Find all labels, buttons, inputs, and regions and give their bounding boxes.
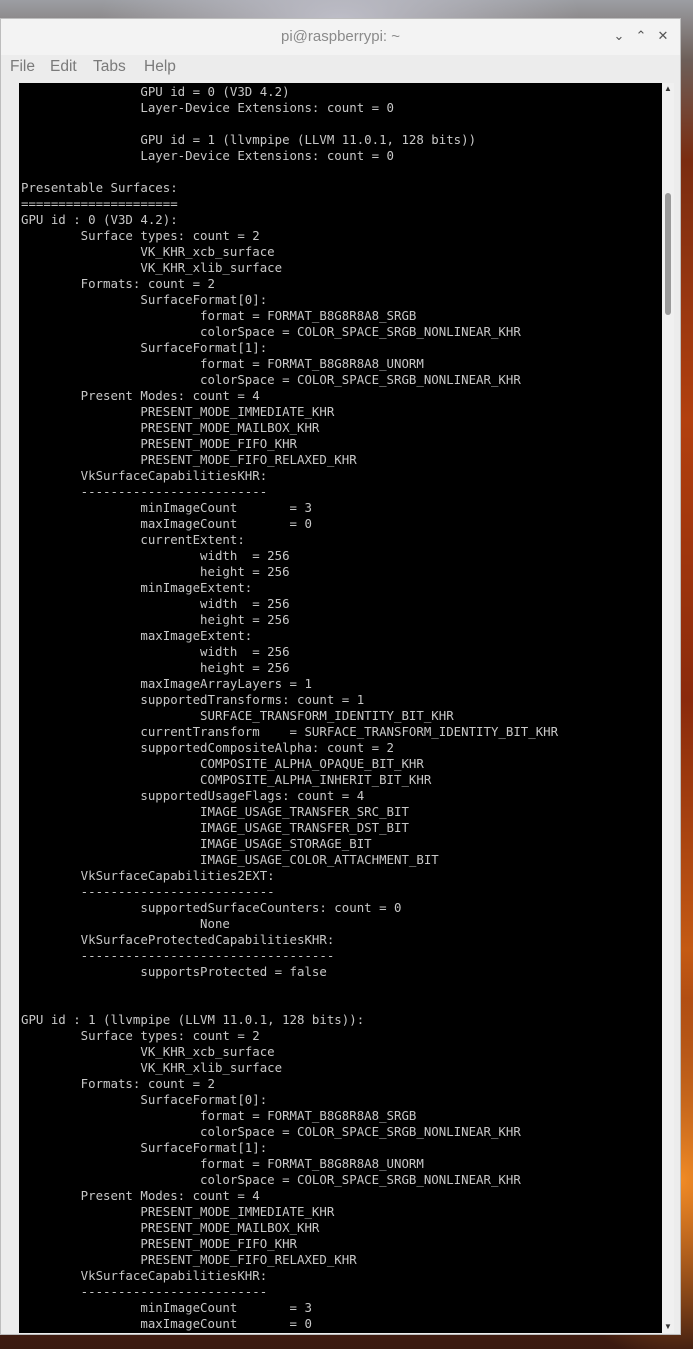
menu-file[interactable]: File [10,58,35,76]
terminal-line: GPU id = 1 (llvmpipe (LLVM 11.0.1, 128 b… [21,132,477,147]
terminal-line: height = 256 [21,564,290,579]
terminal-line: currentTransform = SURFACE_TRANSFORM_IDE… [21,724,559,739]
terminal-line: PRESENT_MODE_MAILBOX_KHR [21,1220,320,1235]
scroll-down-icon[interactable]: ▼ [662,1321,674,1333]
terminal-line: colorSpace = COLOR_SPACE_SRGB_NONLINEAR_… [21,1124,521,1139]
terminal-line: SURFACE_TRANSFORM_IDENTITY_BIT_KHR [21,708,454,723]
terminal-line: Surface types: count = 2 [21,1028,260,1043]
terminal-line: COMPOSITE_ALPHA_OPAQUE_BIT_KHR [21,756,424,771]
terminal-line: Surface types: count = 2 [21,228,260,243]
terminal-line: Formats: count = 2 [21,276,215,291]
terminal-line: minImageCount = 3 [21,500,312,515]
terminal-line: minImageExtent: [21,580,253,595]
terminal-line: supportedCompositeAlpha: count = 2 [21,740,394,755]
terminal-window: pi@raspberrypi: ~ ⌄ ⌃ ✕ File Edit Tabs H… [0,18,681,1335]
chevron-up-icon[interactable]: ⌃ [632,27,650,45]
terminal-line: PRESENT_MODE_FIFO_RELAXED_KHR [21,1252,357,1267]
terminal-line: PRESENT_MODE_FIFO_KHR [21,1236,298,1251]
terminal-line: VK_KHR_xcb_surface [21,1044,275,1059]
terminal-line: ------------------------- [21,1284,268,1299]
terminal-line: ------------------------- [21,484,268,499]
terminal-line: VK_KHR_xlib_surface [21,1060,283,1075]
terminal-line: Layer-Device Extensions: count = 0 [21,100,394,115]
terminal-line: VkSurfaceCapabilitiesKHR: [21,468,268,483]
terminal-line: Present Modes: count = 4 [21,1188,260,1203]
menu-tabs[interactable]: Tabs [93,58,126,76]
terminal-line: maxImageCount = 0 [21,516,312,531]
terminal-line: PRESENT_MODE_FIFO_RELAXED_KHR [21,452,357,467]
title-bar[interactable]: pi@raspberrypi: ~ ⌄ ⌃ ✕ [1,19,680,55]
terminal-output[interactable]: GPU id = 0 (V3D 4.2) Layer-Device Extens… [19,83,662,1333]
terminal-line: IMAGE_USAGE_STORAGE_BIT [21,836,372,851]
terminal-line: Formats: count = 2 [21,1076,215,1091]
terminal-line: VkSurfaceProtectedCapabilitiesKHR: [21,932,335,947]
terminal-line: width = 256 [21,644,290,659]
terminal-line: GPU id : 0 (V3D 4.2): [21,212,178,227]
terminal-line: minImageCount = 3 [21,1300,312,1315]
terminal-line: maxImageCount = 0 [21,1316,312,1331]
terminal-line: width = 256 [21,596,290,611]
terminal-line: format = FORMAT_B8G8R8A8_SRGB [21,308,417,323]
terminal-text: GPU id = 0 (V3D 4.2) Layer-Device Extens… [21,84,558,1332]
terminal-line: format = FORMAT_B8G8R8A8_UNORM [21,356,424,371]
menu-edit[interactable]: Edit [50,58,77,76]
terminal-line: width = 256 [21,548,290,563]
terminal-line: colorSpace = COLOR_SPACE_SRGB_NONLINEAR_… [21,1172,521,1187]
terminal-line: height = 256 [21,660,290,675]
terminal-line: IMAGE_USAGE_TRANSFER_DST_BIT [21,820,409,835]
terminal-line: SurfaceFormat[1]: [21,340,268,355]
scrollbar-thumb[interactable] [665,193,671,315]
scroll-up-icon[interactable]: ▲ [662,83,674,95]
terminal-line: supportsProtected = false [21,964,327,979]
terminal-line: None [21,916,230,931]
terminal-line: ---------------------------------- [21,948,335,963]
chevron-down-icon[interactable]: ⌄ [610,27,628,45]
terminal-line: SurfaceFormat[0]: [21,1092,268,1107]
terminal-line: SurfaceFormat[0]: [21,292,268,307]
terminal-line: PRESENT_MODE_IMMEDIATE_KHR [21,404,335,419]
terminal-line: GPU id = 0 (V3D 4.2) [21,84,290,99]
terminal-line: -------------------------- [21,884,275,899]
terminal-line: Presentable Surfaces: [21,180,178,195]
terminal-line: PRESENT_MODE_MAILBOX_KHR [21,420,320,435]
terminal-line: supportedTransforms: count = 1 [21,692,365,707]
terminal-line: VK_KHR_xlib_surface [21,260,283,275]
terminal-line: supportedUsageFlags: count = 4 [21,788,365,803]
terminal-line: IMAGE_USAGE_COLOR_ATTACHMENT_BIT [21,852,439,867]
terminal-line: GPU id : 1 (llvmpipe (LLVM 11.0.1, 128 b… [21,1012,365,1027]
terminal-line: PRESENT_MODE_FIFO_KHR [21,436,298,451]
terminal-line: SurfaceFormat[1]: [21,1140,268,1155]
terminal-line: supportedSurfaceCounters: count = 0 [21,900,402,915]
terminal-line: ===================== [21,196,178,211]
vertical-scrollbar[interactable]: ▲ ▼ [662,83,674,1333]
terminal-line: maxImageArrayLayers = 1 [21,676,312,691]
terminal-line: colorSpace = COLOR_SPACE_SRGB_NONLINEAR_… [21,372,521,387]
terminal-line: format = FORMAT_B8G8R8A8_SRGB [21,1108,417,1123]
terminal-line: PRESENT_MODE_IMMEDIATE_KHR [21,1204,335,1219]
terminal-line: Layer-Device Extensions: count = 0 [21,148,394,163]
terminal-line: VkSurfaceCapabilities2EXT: [21,868,275,883]
terminal-line: height = 256 [21,612,290,627]
terminal-line: COMPOSITE_ALPHA_INHERIT_BIT_KHR [21,772,432,787]
terminal-line: colorSpace = COLOR_SPACE_SRGB_NONLINEAR_… [21,324,521,339]
menu-bar: File Edit Tabs Help [1,55,680,83]
terminal-line: VkSurfaceCapabilitiesKHR: [21,1268,268,1283]
terminal-line: IMAGE_USAGE_TRANSFER_SRC_BIT [21,804,409,819]
terminal-line: format = FORMAT_B8G8R8A8_UNORM [21,1156,424,1171]
terminal-line: VK_KHR_xcb_surface [21,244,275,259]
terminal-line: currentExtent: [21,532,245,547]
menu-help[interactable]: Help [144,58,176,76]
terminal-line: Present Modes: count = 4 [21,388,260,403]
terminal-line: maxImageExtent: [21,628,253,643]
close-icon[interactable]: ✕ [654,27,672,45]
window-title: pi@raspberrypi: ~ [280,28,401,45]
